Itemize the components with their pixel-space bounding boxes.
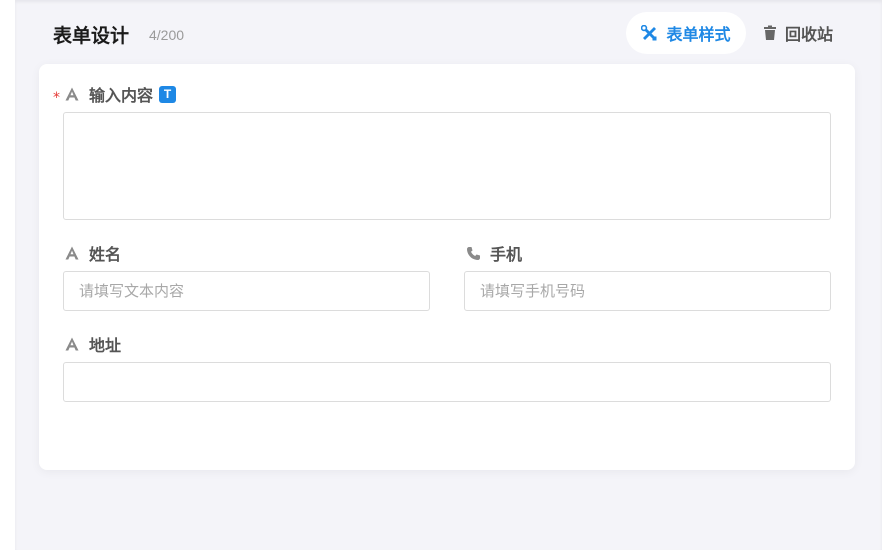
- text-badge-icon: T: [159, 85, 177, 103]
- phone-input-box: [464, 271, 831, 311]
- recycle-bin-button[interactable]: 回收站: [763, 12, 853, 54]
- content-textarea[interactable]: [64, 113, 830, 219]
- content-field-label: 输入内容: [89, 86, 154, 105]
- page-title: 表单设计: [53, 25, 130, 47]
- name-input-box: [63, 271, 430, 311]
- tools-icon: [641, 24, 658, 42]
- content-textarea-box: [63, 112, 831, 220]
- trash-icon: [763, 25, 777, 41]
- address-field-label: 地址: [89, 336, 122, 355]
- phone-field-label-row: 手机: [464, 241, 522, 265]
- field-count: 4/200: [149, 27, 185, 43]
- address-input[interactable]: [64, 363, 830, 401]
- address-field-label-row: 地址: [63, 332, 121, 356]
- top-bar: 表单设计 4/200 表单样式 回收站: [15, 0, 882, 64]
- phone-icon: [464, 246, 482, 261]
- text-type-icon: [63, 87, 81, 101]
- required-mark: *: [53, 90, 60, 106]
- form-style-label: 表单样式: [666, 25, 731, 44]
- text-type-icon: [63, 337, 81, 351]
- phone-field-label: 手机: [490, 245, 523, 264]
- name-field-label: 姓名: [89, 245, 122, 264]
- name-field-label-row: 姓名: [63, 241, 121, 265]
- text-type-icon: [63, 246, 81, 260]
- name-input[interactable]: [64, 272, 429, 310]
- recycle-bin-label: 回收站: [785, 25, 834, 44]
- page-shell: 表单设计 4/200 表单样式 回收站 * 输入内容 T 姓名 请填写文本内容 …: [15, 0, 882, 550]
- form-card: * 输入内容 T 姓名 请填写文本内容 手机 请填写手机号码 地址: [39, 64, 855, 470]
- form-style-button[interactable]: 表单样式: [626, 12, 746, 54]
- phone-input[interactable]: [465, 272, 830, 310]
- address-input-box: [63, 362, 831, 402]
- content-field-label-row: 输入内容 T: [63, 82, 177, 106]
